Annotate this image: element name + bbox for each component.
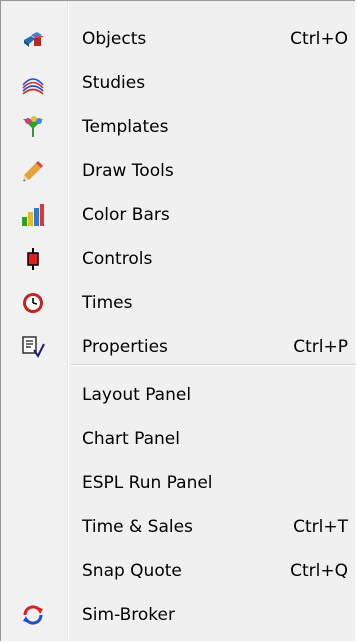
menu-item-label: Times bbox=[82, 293, 133, 313]
menu-item-properties[interactable]: Properties Ctrl+P bbox=[1, 325, 356, 369]
color-bars-icon bbox=[21, 203, 45, 227]
menu-item-shortcut: Ctrl+P bbox=[293, 337, 348, 357]
menu-item-label: Snap Quote bbox=[82, 561, 182, 581]
menu-item-draw-tools[interactable]: Draw Tools bbox=[1, 149, 356, 193]
menu-item-chart-panel[interactable]: Chart Panel bbox=[1, 417, 356, 461]
menu-item-templates[interactable]: Templates bbox=[1, 105, 356, 149]
templates-icon bbox=[21, 115, 45, 139]
objects-icon bbox=[21, 27, 45, 51]
menu-item-controls[interactable]: Controls bbox=[1, 237, 356, 281]
menu-item-label: Controls bbox=[82, 249, 153, 269]
menu-item-snap-quote[interactable]: Snap Quote Ctrl+Q bbox=[1, 549, 356, 593]
menu-item-label: Chart Panel bbox=[82, 429, 180, 449]
refresh-icon bbox=[21, 603, 45, 627]
menu-item-label: Properties bbox=[82, 337, 168, 357]
menu-item-color-bars[interactable]: Color Bars bbox=[1, 193, 356, 237]
menu-item-label: Objects bbox=[82, 29, 147, 49]
menu-item-espl-run-panel[interactable]: ESPL Run Panel bbox=[1, 461, 356, 505]
menu-item-label: ESPL Run Panel bbox=[82, 473, 213, 493]
menu-item-label: Color Bars bbox=[82, 205, 170, 225]
menu-item-times[interactable]: Times bbox=[1, 281, 356, 325]
pencil-icon bbox=[21, 159, 45, 183]
properties-icon bbox=[21, 335, 45, 359]
menu-item-layout-panel[interactable]: Layout Panel bbox=[1, 373, 356, 417]
menu-item-label: Templates bbox=[82, 117, 169, 137]
studies-icon bbox=[21, 71, 45, 95]
controls-icon bbox=[21, 247, 45, 271]
menu-item-sim-broker[interactable]: Sim-Broker bbox=[1, 593, 356, 637]
menu-item-label: Sim-Broker bbox=[82, 605, 175, 625]
menu-item-label: Studies bbox=[82, 73, 146, 93]
menu-item-label: Layout Panel bbox=[82, 385, 192, 405]
menu-item-shortcut: Ctrl+T bbox=[293, 517, 348, 537]
menu-item-shortcut: Ctrl+O bbox=[290, 29, 348, 49]
clock-icon bbox=[21, 291, 45, 315]
menu-item-label: Draw Tools bbox=[82, 161, 174, 181]
menu-item-objects[interactable]: Objects Ctrl+O bbox=[1, 17, 356, 61]
menu-item-label: Time & Sales bbox=[82, 517, 193, 537]
menu-item-studies[interactable]: Studies bbox=[1, 61, 356, 105]
menu-separator bbox=[71, 364, 356, 366]
context-menu: Objects Ctrl+O Studies Templates Draw To… bbox=[0, 0, 356, 641]
menu-item-time-and-sales[interactable]: Time & Sales Ctrl+T bbox=[1, 505, 356, 549]
menu-item-shortcut: Ctrl+Q bbox=[290, 561, 348, 581]
